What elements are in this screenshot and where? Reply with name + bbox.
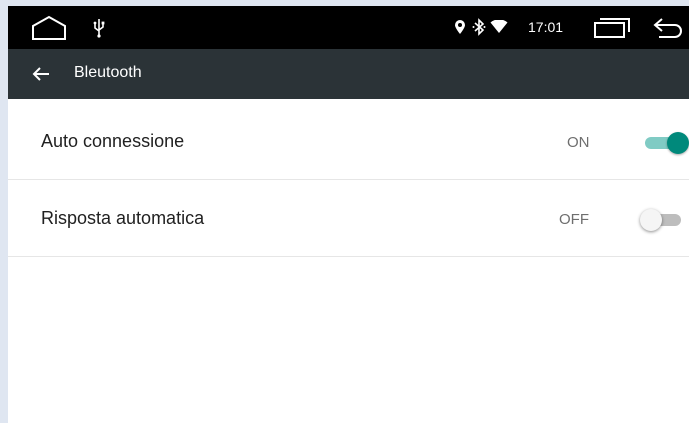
- setting-state-text: ON: [567, 134, 590, 151]
- app-bar: Bleutooth: [8, 49, 689, 99]
- usb-icon: [92, 18, 106, 38]
- bluetooth-icon: [472, 18, 486, 36]
- auto-connect-toggle[interactable]: [638, 130, 689, 156]
- arrow-back-icon[interactable]: [30, 63, 52, 85]
- recent-apps-icon[interactable]: [592, 17, 632, 39]
- back-icon[interactable]: [650, 16, 684, 40]
- setting-state-text: OFF: [559, 211, 589, 228]
- setting-row-auto-answer[interactable]: Risposta automatica OFF: [8, 180, 689, 257]
- android-screen: 17:01 Bleutooth Auto connessione ON Risp…: [8, 6, 689, 423]
- status-time: 17:01: [528, 19, 564, 35]
- toggle-thumb: [667, 132, 689, 154]
- setting-label: Auto connessione: [41, 131, 185, 151]
- page-title: Bleutooth: [74, 64, 142, 81]
- home-icon[interactable]: [30, 14, 68, 42]
- status-bar: 17:01: [8, 6, 689, 49]
- location-icon: [454, 19, 466, 35]
- auto-answer-toggle[interactable]: [638, 207, 689, 233]
- setting-label: Risposta automatica: [41, 208, 205, 228]
- toggle-thumb: [640, 209, 662, 231]
- wifi-icon: [490, 20, 508, 34]
- setting-row-auto-connect[interactable]: Auto connessione ON: [8, 103, 689, 180]
